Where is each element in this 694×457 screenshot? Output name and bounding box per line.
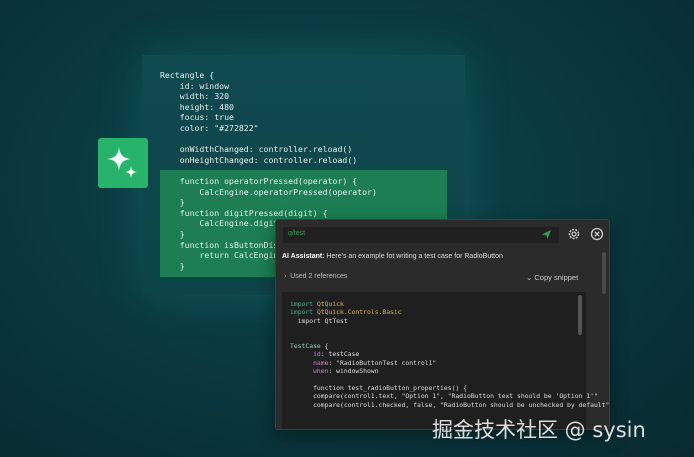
- snippet-line: when: windowShown: [290, 367, 379, 376]
- snippet-line: function test_radioButton_properties() {: [290, 384, 467, 393]
- snippet-line: name: "RadioButtonTest control1": [290, 358, 437, 367]
- close-icon[interactable]: [590, 227, 604, 241]
- send-icon[interactable]: [541, 229, 552, 240]
- prompt-input[interactable]: q/test: [283, 227, 559, 243]
- snippet-line: compare(control1.text, "Option 1", "Radi…: [290, 392, 598, 401]
- copy-snippet-label: Copy snippet: [534, 273, 579, 282]
- snippet-line: [290, 376, 609, 384]
- snippet-line: import QtQuick.Controls.Basic: [290, 308, 402, 317]
- code-snippet: import QtQuick import QtQuick.Controls.Ba…: [282, 292, 609, 429]
- code-line: focus: true: [160, 112, 234, 123]
- code-line: onHeightChanged: controller.reload(): [160, 154, 358, 165]
- watermark: 掘金技术社区 @ sysin: [432, 418, 646, 442]
- prompt-input-value[interactable]: q/test: [288, 230, 305, 237]
- code-line: Rectangle {: [160, 70, 215, 80]
- snippet-line: [290, 325, 609, 333]
- code-line: height: 480: [160, 101, 234, 112]
- panel-scrollbar[interactable]: [602, 252, 606, 294]
- copy-snippet-button[interactable]: ⌄ Copy snippet: [526, 273, 578, 282]
- code-line: width: 320: [160, 91, 230, 102]
- references-toggle[interactable]: › Used 2 references: [284, 273, 347, 280]
- code-line: function digitPressed(digit) {: [160, 207, 328, 218]
- code-line: onWidthChanged: controller.reload(): [160, 144, 353, 155]
- code-line: id: window: [160, 80, 230, 91]
- snippet-line: TestCase {: [290, 342, 329, 351]
- assistant-message: AI Assistant: Here's an example fot writ…: [282, 253, 503, 260]
- ai-assistant-panel: q/test AI Assistant: Here's an example f…: [275, 219, 610, 430]
- snippet-line: import QtQuick: [290, 300, 344, 308]
- gear-icon[interactable]: [567, 227, 581, 241]
- references-label: Used 2 references: [290, 273, 348, 280]
- snippet-line: import QtTest: [290, 316, 348, 325]
- snippet-line: [290, 334, 609, 342]
- assistant-label: AI Assistant:: [282, 253, 325, 260]
- code-line: color: "#272822": [160, 122, 259, 133]
- ai-sparkle-button[interactable]: [98, 138, 148, 188]
- snippet-line: compare(control1.checked, false, "RadioB…: [290, 400, 610, 409]
- code-line: CalcEngine.operatorPressed(operator): [160, 186, 377, 197]
- code-line: function operatorPressed(operator) {: [160, 175, 358, 186]
- snippet-scrollbar[interactable]: [578, 295, 582, 335]
- snippet-line: id: testCase: [290, 350, 360, 359]
- sparkle-icon: [107, 147, 137, 178]
- code-line: }: [160, 197, 185, 208]
- snippet-code[interactable]: import QtQuick import QtQuick.Controls.Ba…: [290, 300, 609, 409]
- assistant-message-text: Here's an example fot writing a test cas…: [324, 253, 503, 260]
